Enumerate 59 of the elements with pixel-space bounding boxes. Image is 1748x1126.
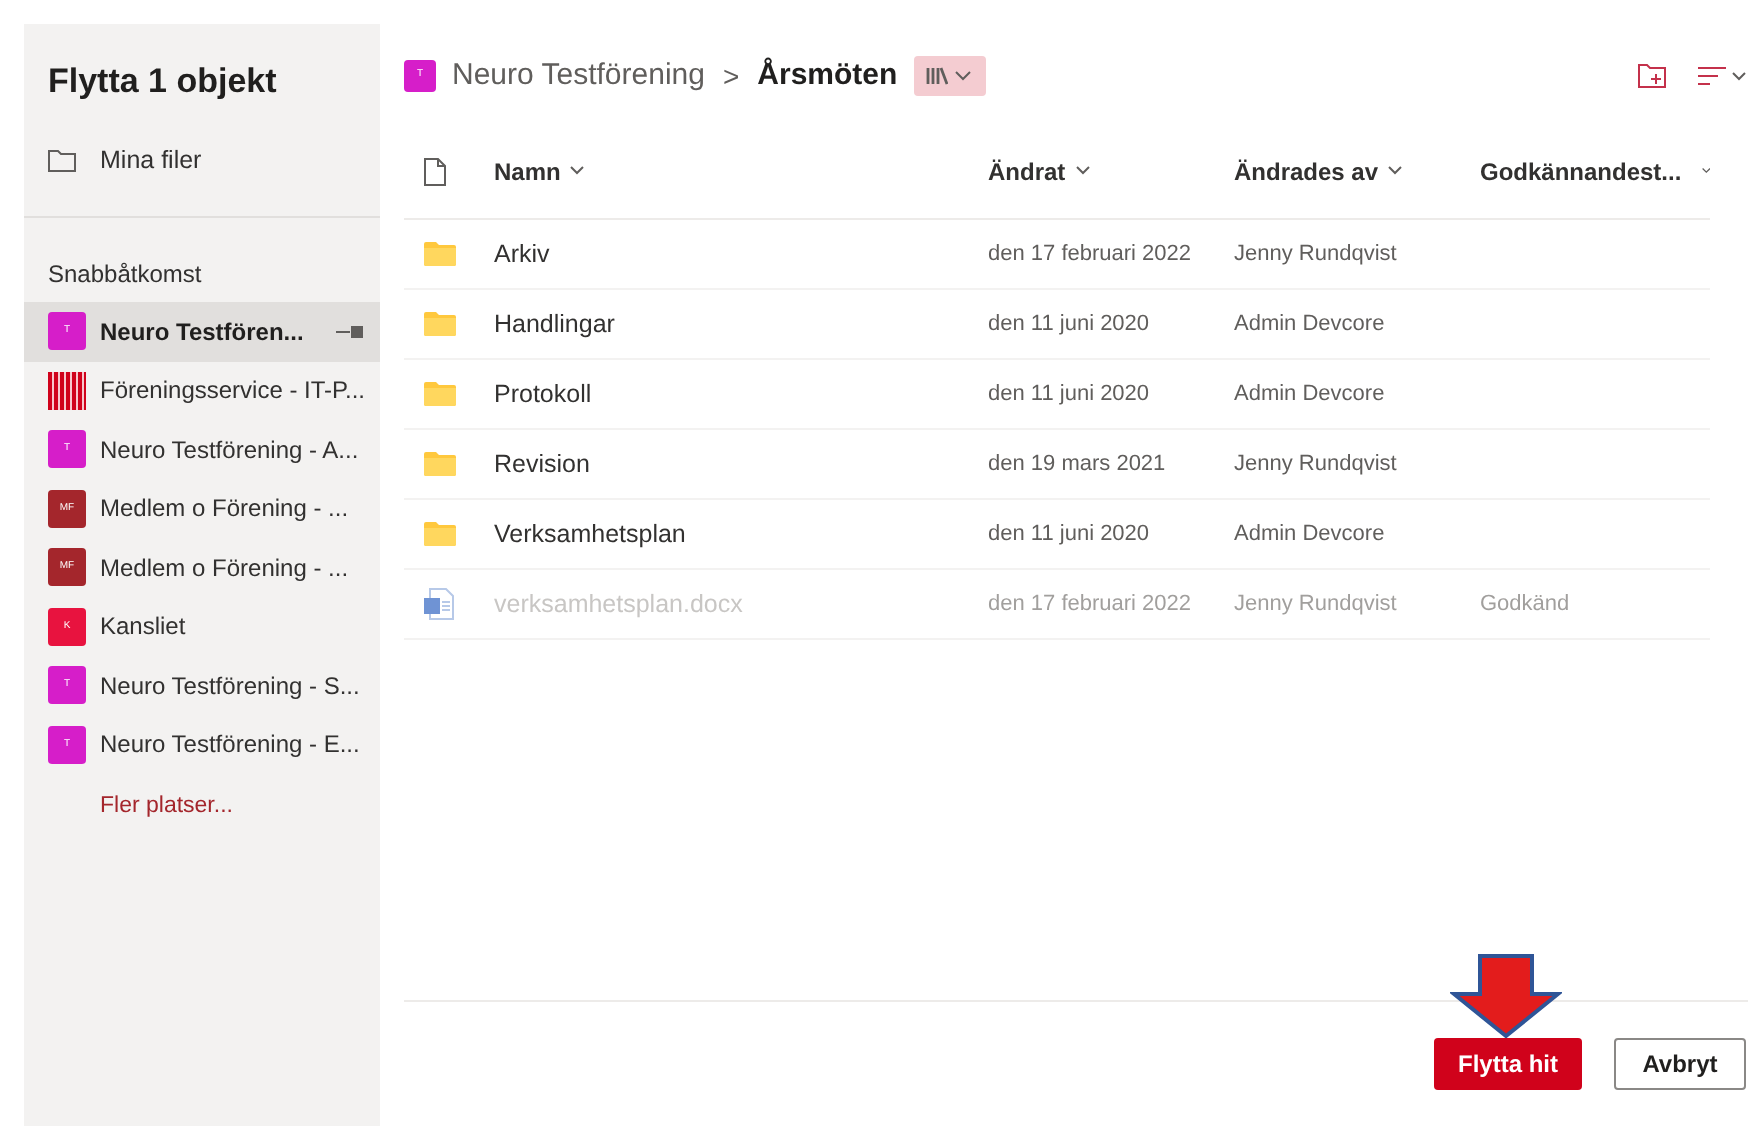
column-header[interactable]: Godkännandest... [1460, 153, 1710, 189]
file-row[interactable]: Handlingar den 11 juni 2020 Admin Devcore [404, 290, 1710, 360]
cancel-button[interactable]: Avbryt [1614, 1038, 1746, 1090]
modified-date: den 11 juni 2020 [988, 311, 1150, 336]
file-row[interactable]: Protokoll den 11 juni 2020 Admin Devcore [404, 360, 1710, 430]
modified-by: Jenny Rundqvist [1234, 451, 1397, 476]
chevron-down-icon [570, 166, 585, 176]
modified-date: den 17 februari 2022 [988, 241, 1192, 266]
file-name[interactable]: Revision [494, 449, 590, 478]
column-header[interactable]: Ändrades av [1214, 153, 1460, 189]
modified-date: den 11 juni 2020 [988, 521, 1150, 546]
folder-icon [48, 149, 76, 171]
folder-icon [424, 522, 456, 546]
file-name[interactable]: Verksamhetsplan [494, 519, 686, 548]
modified-date: den 19 mars 2021 [988, 451, 1166, 476]
chevron-down-icon [1388, 166, 1403, 176]
approval-status: Godkänd [1480, 591, 1570, 616]
modified-date: den 17 februari 2022 [988, 591, 1192, 616]
library-dropdown[interactable] [913, 56, 986, 96]
chevron-down-icon [1701, 166, 1710, 176]
modified-date: den 11 juni 2020 [988, 381, 1150, 406]
folder-icon [424, 382, 456, 406]
modified-by: Jenny Rundqvist [1234, 591, 1397, 616]
chevron-down-icon [954, 70, 973, 82]
chevron-down-icon [1075, 166, 1090, 176]
file-name[interactable]: Protokoll [494, 379, 592, 408]
view-options-button[interactable] [1698, 66, 1746, 86]
down-arrow-icon [1450, 954, 1562, 1038]
section-heading: Snabbåtkomst [46, 258, 204, 292]
move-here-button[interactable]: Flytta hit [1434, 1038, 1582, 1090]
breadcrumb-separator: > [722, 57, 740, 95]
dialog-title: Flytta 1 objekt [46, 60, 279, 104]
new-folder-icon[interactable] [1638, 64, 1666, 88]
modified-by: Jenny Rundqvist [1234, 241, 1397, 266]
my-files-item[interactable]: Mina filer [24, 132, 380, 188]
quick-access-item[interactable]: Föreningsservice - IT-P... [24, 361, 380, 420]
column-header[interactable]: Namn [474, 153, 968, 189]
column-header[interactable]: Ändrat [968, 153, 1214, 189]
modified-by: Admin Devcore [1234, 311, 1385, 336]
file-name[interactable]: Handlingar [494, 309, 615, 338]
file-name[interactable]: Arkiv [494, 239, 550, 268]
sort-lines-icon [1698, 66, 1726, 86]
breadcrumb-current: Årsmöten [757, 55, 898, 96]
pin-icon[interactable] [336, 325, 364, 338]
file-row[interactable]: Arkiv den 17 februari 2022 Jenny Rundqvist [404, 220, 1710, 290]
folder-icon [424, 312, 456, 336]
document-icon [424, 588, 454, 620]
file-row[interactable]: Verksamhetsplan den 11 juni 2020 Admin Devcore [404, 500, 1710, 570]
modified-by: Admin Devcore [1234, 521, 1385, 546]
file-icon [424, 157, 446, 185]
more-places-link[interactable]: Fler platser... [24, 774, 380, 825]
library-icon [926, 66, 949, 86]
site-logo-icon [48, 371, 86, 410]
folder-icon [424, 452, 456, 476]
chevron-down-icon [1732, 71, 1746, 81]
modified-by: Admin Devcore [1234, 381, 1385, 406]
breadcrumb-link[interactable]: Neuro Testförening [452, 53, 705, 99]
folder-icon [424, 242, 456, 266]
file-row[interactable]: Revision den 19 mars 2021 Jenny Rundqvist [404, 430, 1710, 500]
